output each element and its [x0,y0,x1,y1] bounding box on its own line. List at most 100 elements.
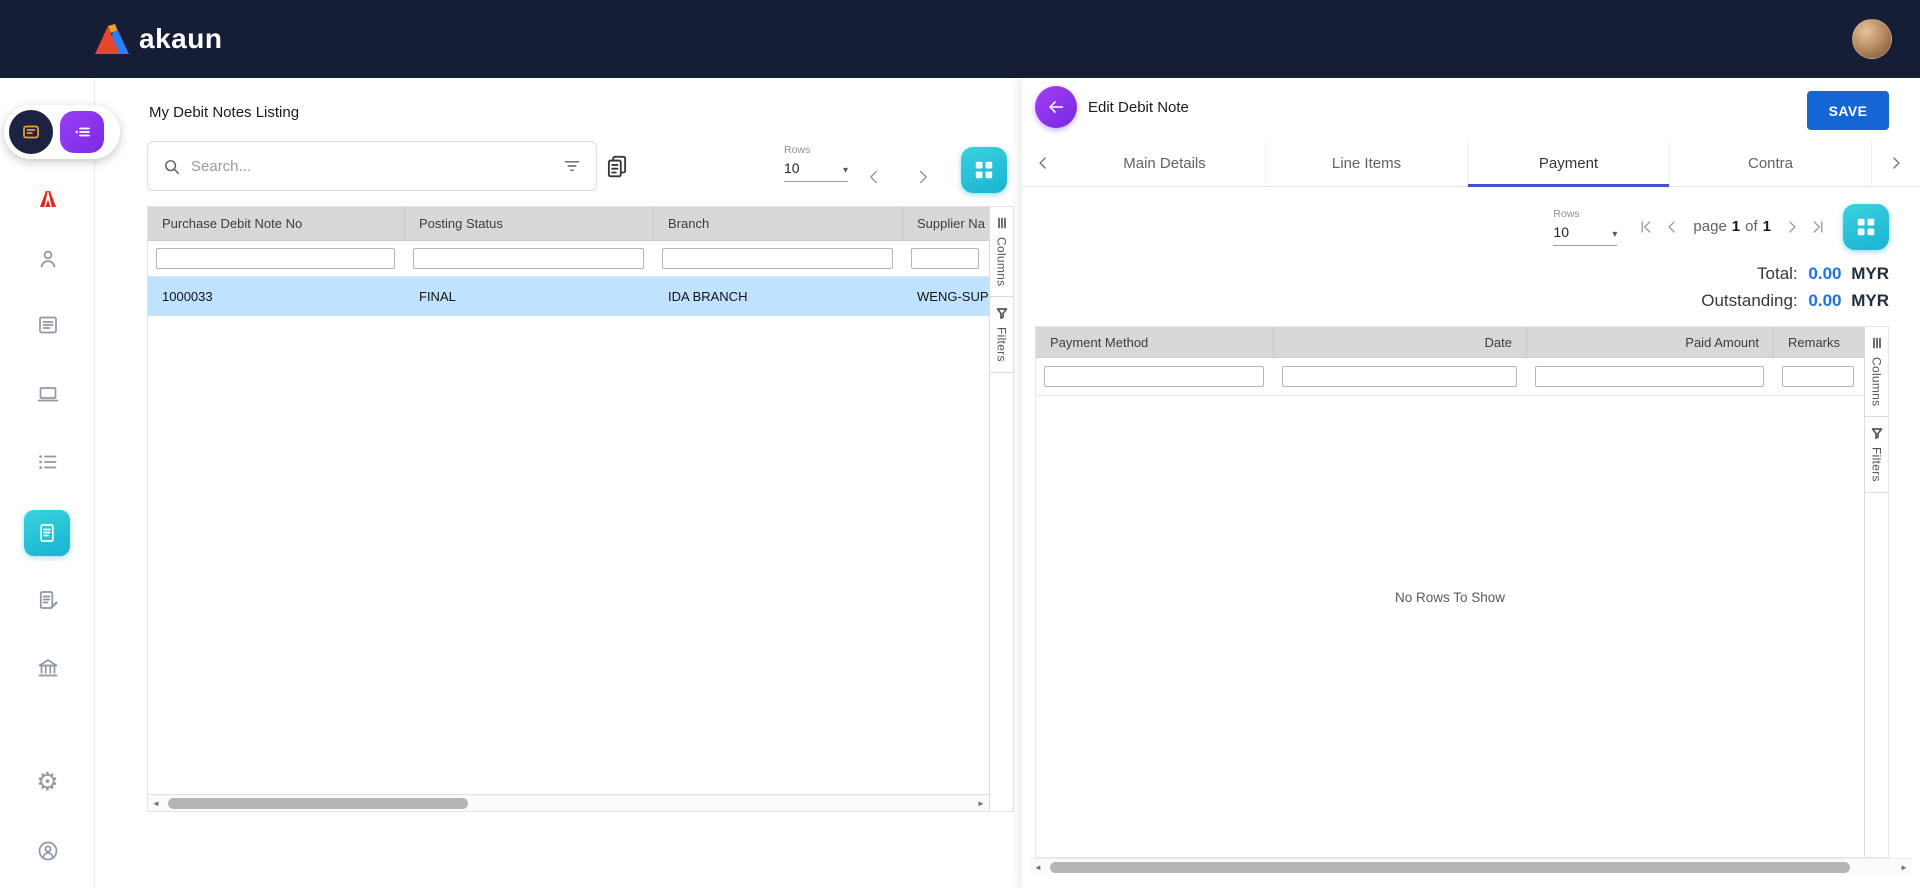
brand-name: akaun [139,23,222,55]
column-filter-input-posting-status[interactable] [413,248,644,269]
scrollbar-track [164,795,973,812]
grid-header-row: Purchase Debit Note No Posting Status Br… [148,207,989,241]
sidebar-item-listing[interactable] [0,449,95,475]
next-page-icon[interactable] [1782,217,1802,237]
chevron-left-icon [1033,153,1053,173]
menu-toggle-button[interactable] [60,111,104,153]
list-icon [36,450,60,474]
search-bar [147,141,597,191]
columns-panel-tab[interactable]: Columns [990,207,1013,297]
filter-lines-icon[interactable] [562,156,582,176]
duplicate-list-button[interactable] [602,151,632,181]
filters-tab-label: Filters [995,327,1009,362]
column-header-paid-amount[interactable]: Paid Amount [1527,327,1774,357]
tab-payment[interactable]: Payment [1467,140,1669,186]
outstanding-label: Outstanding: [1701,291,1797,310]
tab-label: Contra [1748,155,1793,172]
sidebar-item-bank[interactable] [0,655,95,681]
table-row-selected[interactable]: 1000033 FINAL IDA BRANCH WENG-SUP [148,277,989,316]
debit-notes-listing-panel: My Debit Notes Listing Rows 10 ▾ [147,78,1014,812]
column-filter-input-remarks[interactable] [1782,366,1854,387]
sidebar-item-document-edit[interactable] [0,587,95,613]
tabs-scroll-left[interactable] [1022,140,1064,186]
previous-page-icon[interactable] [1662,217,1682,237]
first-page-icon[interactable] [1636,217,1656,237]
tabs-scroll-right[interactable] [1871,140,1920,186]
grid-view-button[interactable] [1843,204,1889,250]
last-page-icon[interactable] [1808,217,1828,237]
tab-line-items[interactable]: Line Items [1265,140,1467,186]
scrollbar-thumb[interactable] [1050,862,1850,873]
tab-main-details[interactable]: Main Details [1064,140,1265,186]
sidebar-item-settings[interactable]: ⚙ [0,769,95,795]
rows-label: Rows [784,144,848,156]
tab-label: Main Details [1123,155,1206,172]
column-header-posting-status[interactable]: Posting Status [405,207,654,240]
columns-tab-label: Columns [995,237,1009,286]
red-app-icon [36,187,60,211]
scroll-left-icon[interactable]: ◄ [148,795,164,812]
column-filter-input-supplier-name[interactable] [911,248,979,269]
tabs-bar: Main Details Line Items Payment Contra [1022,140,1920,187]
column-header-remarks[interactable]: Remarks [1774,327,1864,357]
grid-icon [973,159,995,181]
scroll-left-icon[interactable]: ◄ [1030,859,1046,876]
column-filter-input-purchase-debit-note-no[interactable] [156,248,395,269]
sidebar-item-debit-notes-active[interactable] [24,510,70,556]
rows-per-page-select[interactable]: 10 ▾ [784,160,848,182]
column-header-date[interactable]: Date [1274,327,1527,357]
grid-table: Payment Method Date Paid Amount Remarks … [1036,327,1864,857]
save-button[interactable]: SAVE [1807,91,1889,130]
outstanding-value: 0.00 [1808,291,1841,310]
payment-grid: Payment Method Date Paid Amount Remarks … [1035,326,1889,858]
column-filter-input-paid-amount[interactable] [1535,366,1764,387]
horizontal-scrollbar: ◄ ► [1030,858,1912,875]
grid-view-button[interactable] [961,147,1007,193]
rows-per-page-select[interactable]: 10 ▾ [1553,224,1617,246]
back-button[interactable] [1035,86,1077,128]
ledger-app-button[interactable] [9,110,53,154]
sidebar-item-red-app[interactable] [0,186,95,212]
column-filter-input-payment-method[interactable] [1044,366,1264,387]
top-bar: akaun [0,0,1920,78]
page-word: page [1693,218,1726,235]
akaun-logo: akaun [95,0,222,78]
sidebar-item-contacts[interactable] [0,246,95,272]
scroll-right-icon[interactable]: ► [973,795,989,812]
user-avatar[interactable] [1852,19,1892,59]
filters-panel-tab[interactable]: Filters [990,297,1013,373]
search-input[interactable] [191,158,552,175]
caret-down-icon: ▾ [843,166,848,176]
column-header-payment-method[interactable]: Payment Method [1036,327,1274,357]
sidebar-item-forms[interactable] [0,312,95,338]
scroll-right-icon[interactable]: ► [1896,859,1912,876]
tool-panel-strip: Columns Filters [1864,327,1888,857]
sidebar: ⚙ [0,78,95,888]
next-page-icon[interactable] [912,166,934,188]
total-value: 0.00 [1808,264,1841,283]
sidebar-item-support[interactable] [0,838,95,864]
column-header-branch[interactable]: Branch [654,207,903,240]
tab-label: Payment [1539,155,1598,172]
search-icon [162,157,181,176]
document-icon [35,521,59,545]
column-header-purchase-debit-note-no[interactable]: Purchase Debit Note No [148,207,405,240]
columns-panel-tab[interactable]: Columns [1865,327,1888,417]
ledger-card-icon [21,122,41,142]
grid-body-empty-area: No Rows To Show [1036,396,1864,857]
previous-page-icon[interactable] [863,166,885,188]
tab-contra[interactable]: Contra [1669,140,1871,186]
copy-pages-icon [604,153,630,179]
filters-panel-tab[interactable]: Filters [1865,417,1888,493]
sidebar-item-devices[interactable] [0,381,95,407]
of-word: of [1745,218,1758,235]
rows-label: Rows [1553,208,1617,220]
scrollbar-thumb[interactable] [168,798,468,809]
column-filter-input-branch[interactable] [662,248,893,269]
total-label: Total: [1757,264,1798,283]
tab-label: Line Items [1332,155,1401,172]
column-header-supplier-name[interactable]: Supplier Na [903,207,989,240]
funnel-icon [995,306,1009,320]
grid-body-empty-area [148,316,989,794]
column-filter-input-date[interactable] [1282,366,1517,387]
